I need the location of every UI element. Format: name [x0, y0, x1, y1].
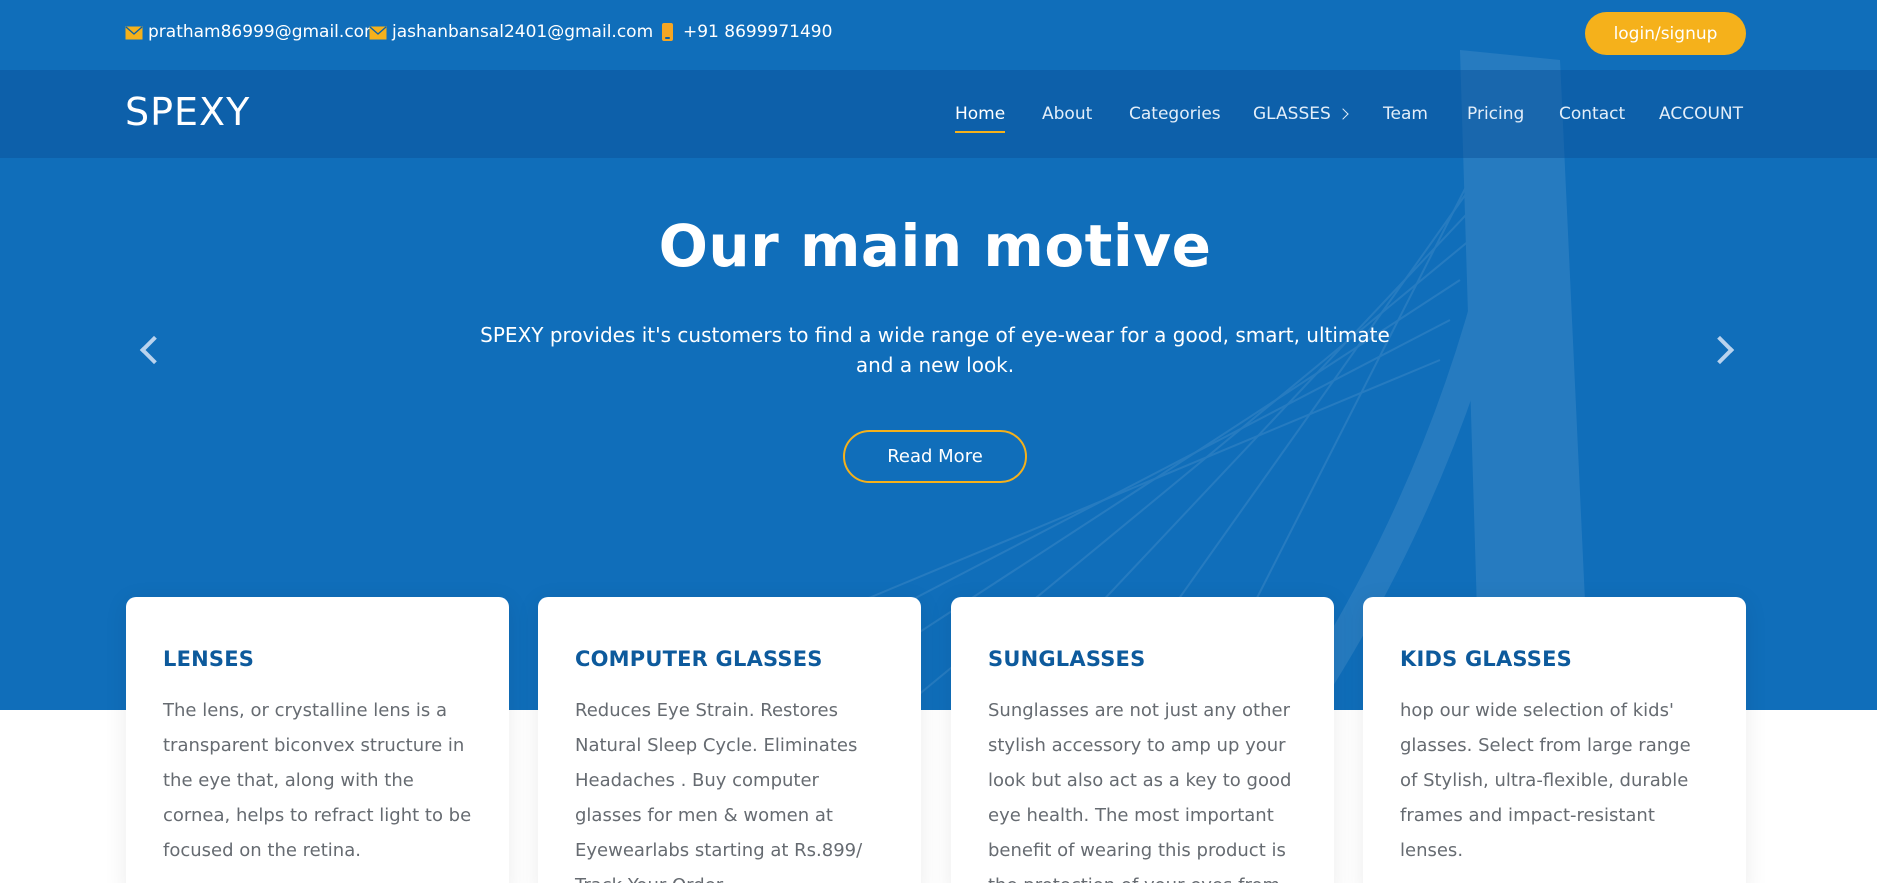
card-text: hop our wide selection of kids' glasses.…: [1400, 700, 1691, 861]
nav-contact[interactable]: Contact: [1559, 104, 1625, 124]
nav-account[interactable]: ACCOUNT: [1659, 104, 1743, 124]
service-card-lenses[interactable]: LENSES The lens, or crystalline lens is …: [126, 597, 509, 883]
nav-glasses-label: GLASSES: [1253, 104, 1331, 124]
email-contact-2[interactable]: jashanbansal2401@gmail.com: [369, 22, 653, 42]
email-contact-1[interactable]: pratham86999@gmail.com: [125, 22, 381, 42]
chevron-right-icon: [1337, 108, 1349, 120]
nav-glasses[interactable]: GLASSES: [1253, 104, 1349, 124]
phone-text: +91 8699971490: [683, 22, 833, 42]
service-card-computer-glasses[interactable]: COMPUTER GLASSES Reduces Eye Strain. Res…: [538, 597, 921, 883]
card-title: COMPUTER GLASSES: [575, 647, 823, 671]
card-title: LENSES: [163, 647, 255, 671]
email-text: jashanbansal2401@gmail.com: [392, 22, 654, 42]
card-title: SUNGLASSES: [988, 647, 1146, 671]
mail-icon: [125, 25, 143, 40]
nav-categories[interactable]: Categories: [1129, 104, 1221, 124]
hero-title: Our main motive: [658, 212, 1212, 280]
nav-about[interactable]: About: [1042, 104, 1092, 124]
phone-icon: [662, 23, 673, 41]
nav-home[interactable]: Home: [955, 104, 1006, 133]
topbar: pratham86999@gmail.com jashanbansal2401@…: [0, 0, 1877, 70]
hero-description: SPEXY provides it's customers to find a …: [480, 323, 1390, 377]
phone-contact[interactable]: +91 8699971490: [662, 22, 832, 42]
nav-active-underline: [955, 131, 1006, 133]
card-title: KIDS GLASSES: [1400, 647, 1572, 671]
service-card-kids-glasses[interactable]: KIDS GLASSES hop our wide selection of k…: [1363, 597, 1746, 883]
nav-team[interactable]: Team: [1383, 104, 1428, 124]
login-signup-button[interactable]: login/signup: [1585, 12, 1746, 55]
nav-home-label: Home: [955, 104, 1006, 124]
brand-logo[interactable]: SPEXY: [125, 90, 250, 134]
mail-icon: [369, 25, 387, 40]
card-text: The lens, or crystalline lens is a trans…: [163, 700, 472, 861]
navbar: SPEXY Home About Categories GLASSES Team…: [0, 70, 1877, 158]
read-more-button[interactable]: Read More: [843, 430, 1027, 483]
card-text: Reduces Eye Strain. Restores Natural Sle…: [575, 700, 863, 883]
email-text: pratham86999@gmail.com: [148, 22, 381, 42]
card-text: Sunglasses are not just any other stylis…: [988, 700, 1292, 883]
service-card-sunglasses[interactable]: SUNGLASSES Sunglasses are not just any o…: [951, 597, 1334, 883]
nav-pricing[interactable]: Pricing: [1467, 104, 1524, 124]
